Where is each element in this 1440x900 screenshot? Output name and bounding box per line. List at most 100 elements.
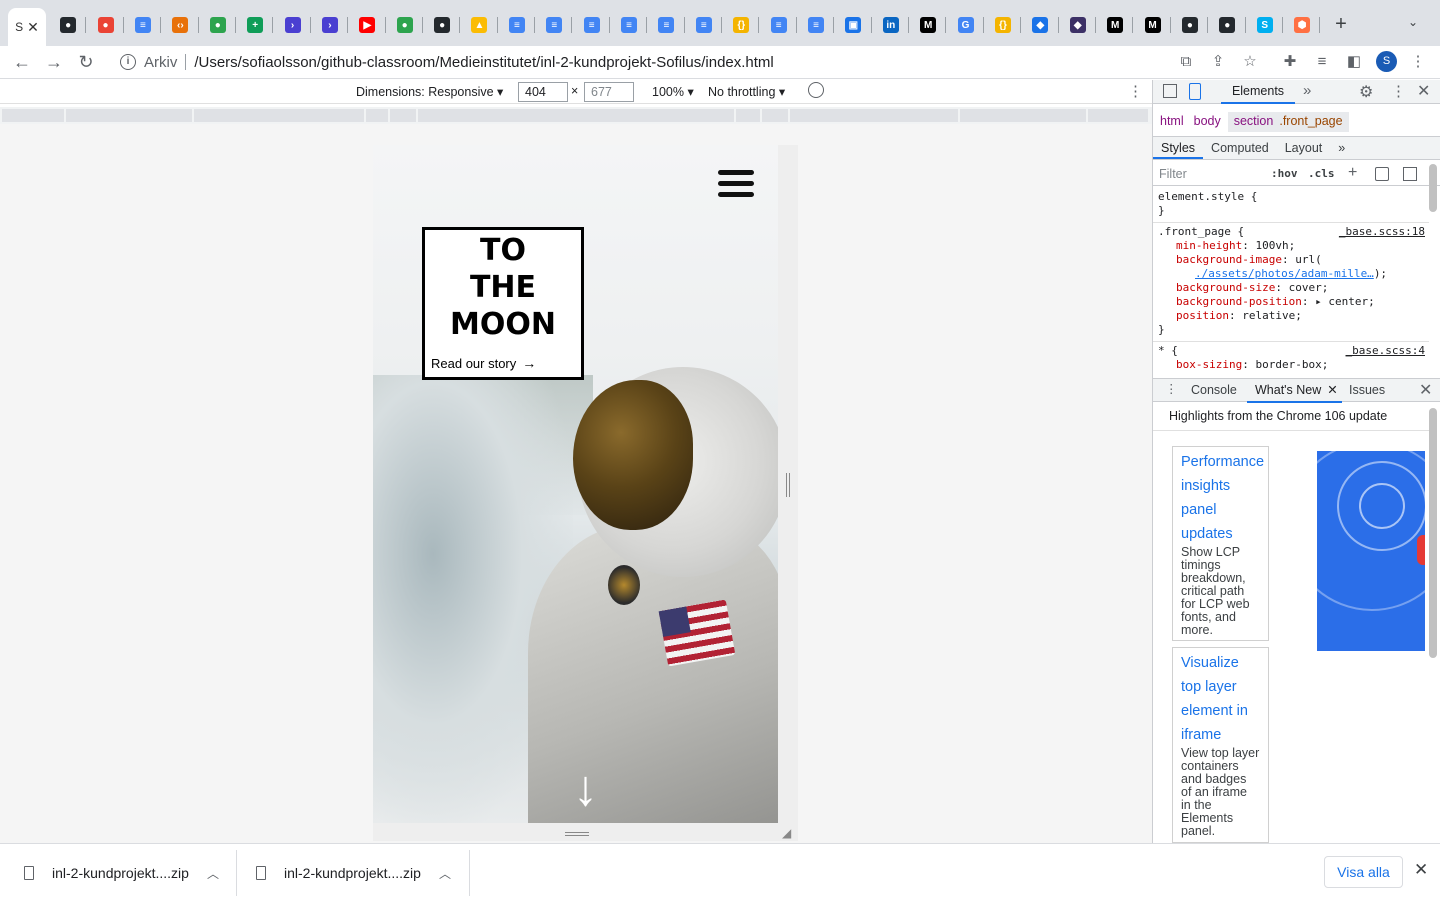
card-title[interactable]: Performance insights panel updates (1181, 450, 1264, 546)
css-property[interactable]: min-height: 100vh; (1158, 239, 1425, 253)
css-property[interactable]: background-image: url( (1158, 253, 1425, 267)
media-query-segment[interactable] (2, 109, 66, 122)
cls-toggle[interactable]: .cls (1308, 167, 1335, 180)
browser-tab[interactable]: ≡ (686, 13, 723, 37)
media-query-segment[interactable] (1088, 109, 1150, 122)
hamburger-menu-icon[interactable] (718, 170, 754, 198)
close-drawer-icon[interactable]: ✕ (1419, 380, 1432, 400)
info-icon[interactable]: i (120, 54, 136, 70)
browser-tab[interactable]: S (1247, 13, 1284, 37)
device-mode-icon[interactable] (1189, 83, 1201, 100)
tab-elements[interactable]: Elements (1221, 80, 1295, 104)
toggle-sidebar-icon[interactable] (1403, 167, 1417, 181)
close-devtools-icon[interactable]: ✕ (1417, 81, 1430, 101)
css-property[interactable]: position: relative; (1158, 309, 1425, 323)
close-tab-icon[interactable]: ✕ (1327, 383, 1337, 397)
inspect-element-icon[interactable] (1163, 84, 1177, 98)
styles-filter-input[interactable]: Filter (1159, 167, 1187, 181)
browser-tab[interactable]: ≡ (798, 13, 835, 37)
profile-avatar[interactable]: S (1376, 51, 1397, 72)
rendering-emulation-icon[interactable] (1375, 167, 1389, 181)
tab-layout[interactable]: Layout (1277, 137, 1331, 159)
browser-tab[interactable]: › (312, 13, 349, 37)
browser-tab[interactable]: ● (200, 13, 237, 37)
browser-tab[interactable]: ● (50, 13, 87, 37)
whats-new-card[interactable]: Performance insights panel updates Show … (1172, 446, 1269, 641)
back-arrow-icon[interactable]: ← (10, 50, 34, 74)
breadcrumb-section[interactable]: section .front_page (1227, 112, 1349, 132)
tab-whats-new[interactable]: What's New ✕ (1247, 379, 1342, 403)
browser-tab[interactable]: G (947, 13, 985, 37)
breadcrumb-html[interactable]: html (1157, 112, 1187, 132)
media-query-segment[interactable] (66, 109, 194, 122)
download-item[interactable]: inl-2-kundprojekt....zip ︿ (24, 850, 237, 896)
close-tab-icon[interactable]: ✕ (27, 19, 39, 36)
chevron-up-icon[interactable]: ︿ (207, 865, 219, 882)
css-property[interactable]: box-sizing: border-box; (1158, 358, 1425, 372)
browser-tab[interactable]: {} (723, 13, 760, 37)
media-query-segment[interactable] (960, 109, 1088, 122)
browser-tab[interactable]: {} (985, 13, 1022, 37)
browser-tab[interactable]: ◆ (1022, 13, 1059, 37)
extensions-puzzle-icon[interactable]: ✚ (1279, 51, 1301, 73)
browser-tab[interactable]: M (1097, 13, 1134, 37)
card-title[interactable]: Visualize top layer element in iframe (1181, 651, 1260, 747)
drawer-menu-icon[interactable]: ⋮ (1165, 381, 1178, 396)
browser-tab[interactable]: ≡ (573, 13, 611, 37)
active-tab[interactable]: S ✕ (8, 8, 46, 46)
browser-tab[interactable]: ≡ (125, 13, 162, 37)
browser-tab[interactable]: ≡ (760, 13, 798, 37)
devtools-menu-icon[interactable]: ⋮ (1391, 82, 1406, 100)
breadcrumb-body[interactable]: body (1191, 112, 1224, 132)
drawer-scrollbar[interactable] (1429, 408, 1437, 658)
rule-source-link[interactable]: _base.scss:4 (1346, 344, 1425, 358)
forward-arrow-icon[interactable]: → (42, 50, 66, 74)
browser-tab[interactable]: ≡ (536, 13, 573, 37)
browser-tab[interactable]: ≡ (611, 13, 648, 37)
translate-icon[interactable]: ⧉ (1175, 51, 1197, 73)
side-panel-icon[interactable]: ◧ (1343, 51, 1365, 73)
scroll-down-arrow-icon[interactable]: ↓ (573, 763, 598, 813)
resize-handle-corner-icon[interactable]: ◢ (782, 826, 791, 840)
bookmark-star-icon[interactable]: ☆ (1239, 51, 1261, 73)
more-style-tabs-icon[interactable]: » (1330, 137, 1353, 159)
tab-styles[interactable]: Styles (1153, 137, 1204, 159)
zoom-dropdown[interactable]: 100% ▾ (652, 84, 694, 99)
address-bar[interactable]: i Arkiv /Users/sofiaolsson/github-classr… (108, 48, 1268, 76)
show-all-button[interactable]: Visa alla (1324, 856, 1403, 888)
resize-handle-bottom[interactable] (565, 832, 589, 836)
browser-menu-icon[interactable]: ⋮ (1407, 51, 1429, 73)
media-query-segment[interactable] (194, 109, 366, 122)
tab-console[interactable]: Console (1191, 383, 1237, 397)
browser-tab[interactable]: ● (1209, 13, 1246, 37)
media-query-segment[interactable] (762, 109, 790, 122)
share-icon[interactable]: ⇪ (1207, 51, 1229, 73)
browser-tab[interactable]: ● (424, 13, 461, 37)
rotate-icon[interactable] (808, 82, 824, 98)
css-property[interactable]: background-position: ▸ center; (1158, 295, 1425, 309)
browser-tab[interactable]: ≡ (648, 13, 686, 37)
browser-tab[interactable]: ● (1172, 13, 1209, 37)
browser-tab[interactable]: ‹› (162, 13, 199, 37)
media-query-segment[interactable] (390, 109, 418, 122)
media-query-segment[interactable] (736, 109, 762, 122)
browser-tab[interactable]: M (1134, 13, 1172, 37)
new-tab-icon[interactable]: + (1330, 13, 1352, 35)
media-queue-icon[interactable]: ≡ (1311, 51, 1333, 73)
device-toolbar-more-icon[interactable]: ⋮ (1128, 82, 1143, 100)
browser-tab[interactable]: ● (87, 13, 125, 37)
tab-search-chevron-icon[interactable]: ⌄ (1408, 15, 1418, 29)
whats-new-card[interactable]: Visualize top layer element in iframe Vi… (1172, 647, 1269, 843)
browser-tab[interactable]: › (274, 13, 312, 37)
tab-computed[interactable]: Computed (1203, 137, 1277, 159)
browser-tab[interactable]: + (237, 13, 274, 37)
css-property[interactable]: background-size: cover; (1158, 281, 1425, 295)
media-query-segment[interactable] (790, 109, 960, 122)
settings-gear-icon[interactable]: ⚙ (1359, 82, 1373, 102)
resize-handle-right[interactable] (786, 473, 790, 497)
browser-tab[interactable]: ⬢ (1284, 13, 1321, 37)
download-item[interactable]: inl-2-kundprojekt....zip ︿ (256, 850, 470, 896)
tab-issues[interactable]: Issues (1349, 383, 1385, 397)
url-text[interactable]: /Users/sofiaolsson/github-classroom/Medi… (194, 54, 773, 71)
new-rule-icon[interactable]: + (1348, 164, 1357, 182)
